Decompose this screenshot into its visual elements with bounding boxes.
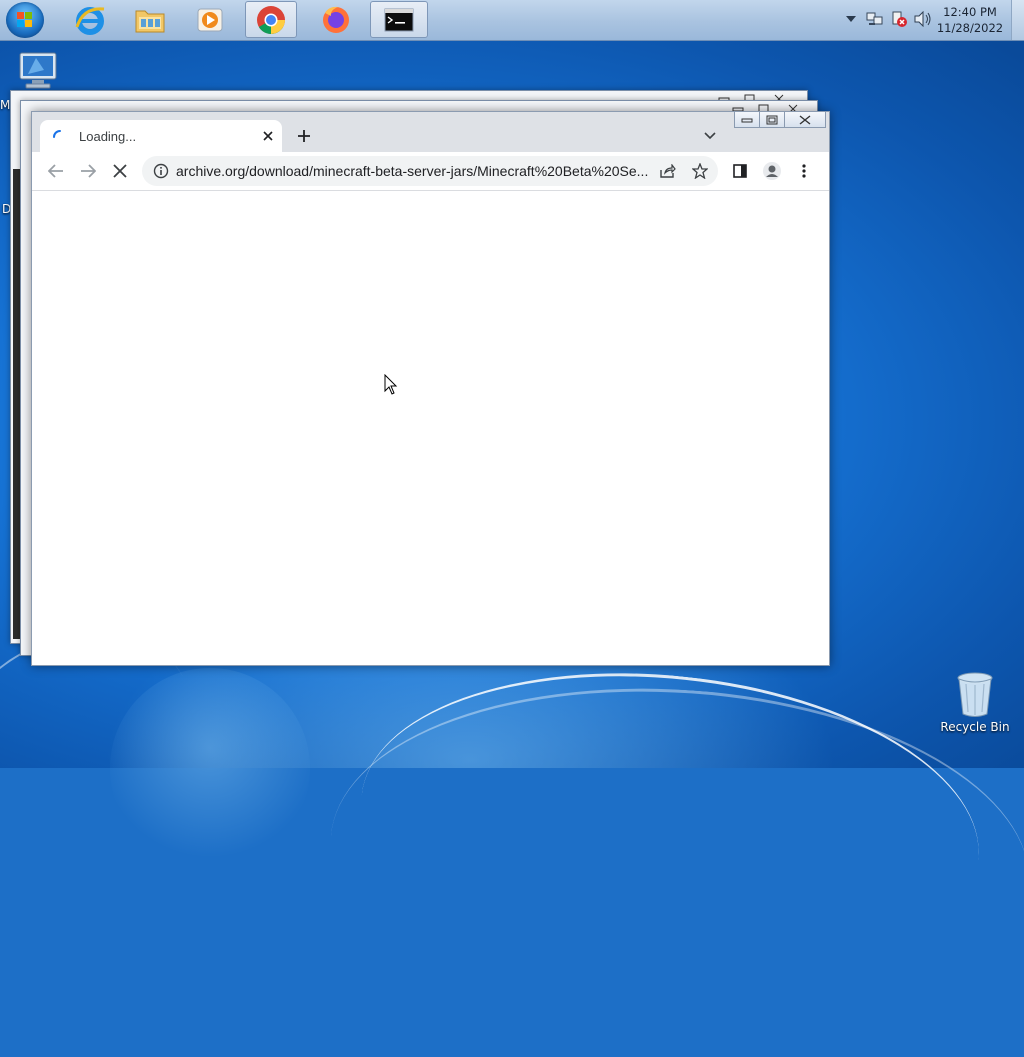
close-icon (799, 114, 811, 125)
site-info-icon[interactable] (153, 163, 169, 179)
share-icon[interactable] (658, 162, 678, 180)
tab-title: Loading... (79, 129, 137, 144)
clock-date: 11/28/2022 (936, 21, 1004, 35)
folder-icon (135, 10, 165, 32)
tab-search-icon[interactable] (700, 128, 720, 144)
volume-icon[interactable] (913, 10, 933, 28)
recycle-bin-label: Recycle Bin (940, 720, 1010, 734)
windows-flag-icon (17, 12, 32, 27)
recycle-bin-desktop-icon[interactable]: Recycle Bin (940, 670, 1010, 734)
computer-icon (19, 52, 57, 89)
system-clock[interactable]: 12:40 PM 11/28/2022 (936, 4, 1004, 36)
show-desktop-button[interactable] (1011, 0, 1024, 40)
windows-start-icon[interactable] (6, 2, 44, 38)
taskbar-windows-explorer[interactable] (124, 1, 176, 38)
firefox-icon (323, 6, 349, 33)
show-hidden-icons-icon[interactable] (844, 12, 858, 26)
browser-toolbar: archive.org/download/minecraft-beta-serv… (32, 152, 829, 191)
loading-spinner-icon (53, 130, 61, 138)
action-center-icon[interactable] (890, 10, 908, 28)
page-content[interactable] (32, 191, 829, 665)
recycle-bin-icon (957, 672, 993, 717)
bookmark-star-icon[interactable] (690, 162, 710, 180)
media-player-icon (197, 8, 223, 31)
stop-loading-icon[interactable] (110, 162, 130, 180)
taskbar-media-player[interactable] (184, 1, 236, 38)
tab-strip: Loading... (32, 112, 829, 152)
maximize-icon (766, 115, 778, 124)
mouse-cursor-icon (384, 374, 398, 395)
new-tab-icon[interactable] (294, 126, 314, 146)
side-panel-icon[interactable] (730, 162, 750, 180)
minimize-icon (741, 118, 753, 122)
close-window-button[interactable] (784, 112, 826, 128)
taskbar-command-prompt[interactable] (370, 1, 428, 38)
more-menu-icon[interactable] (794, 162, 814, 180)
network-icon[interactable] (866, 10, 884, 28)
maximize-button[interactable] (759, 112, 785, 128)
profile-avatar-icon[interactable] (761, 161, 783, 181)
taskbar-chrome[interactable] (245, 1, 297, 38)
browser-tab[interactable]: Loading... (40, 120, 282, 152)
command-prompt-icon (384, 8, 414, 31)
taskbar-firefox[interactable] (310, 1, 362, 38)
back-icon[interactable] (46, 162, 66, 180)
chrome-window: Loading... archive.org/download/minecraf… (31, 111, 830, 666)
taskbar: 12:40 PM 11/28/2022 (0, 0, 1024, 41)
url-text: archive.org/download/minecraft-beta-serv… (176, 163, 649, 179)
internet-explorer-icon (75, 6, 105, 35)
close-tab-icon[interactable] (260, 128, 276, 144)
address-bar[interactable]: archive.org/download/minecraft-beta-serv… (142, 156, 718, 186)
forward-icon[interactable] (78, 162, 98, 180)
chrome-icon (257, 5, 285, 34)
minimize-button[interactable] (734, 112, 760, 128)
taskbar-internet-explorer[interactable] (64, 1, 116, 38)
clock-time: 12:40 PM (943, 5, 997, 19)
